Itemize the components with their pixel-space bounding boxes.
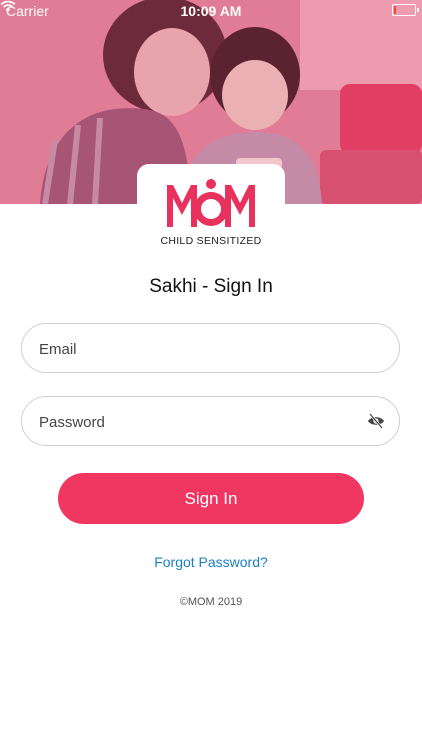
battery-icon — [392, 4, 419, 16]
password-field[interactable] — [21, 396, 400, 447]
page-title: Sakhi - Sign In — [149, 276, 273, 297]
sign-in-button[interactable]: Sign In — [58, 473, 364, 524]
forgot-password-link[interactable]: Forgot Password? — [0, 554, 422, 570]
status-bar: Carrier 10:09 AM — [0, 0, 422, 22]
logo-card: CHILD SENSITIZED — [137, 164, 285, 248]
email-input[interactable] — [37, 324, 361, 374]
email-field[interactable] — [21, 323, 400, 374]
status-time: 10:09 AM — [180, 3, 242, 19]
password-input[interactable] — [37, 397, 361, 447]
copyright-text: ©MOM 2019 — [179, 596, 243, 608]
logo-tagline: CHILD SENSITIZED — [160, 235, 262, 247]
eye-slash-icon[interactable] — [367, 412, 385, 430]
mom-logo — [167, 179, 255, 227]
